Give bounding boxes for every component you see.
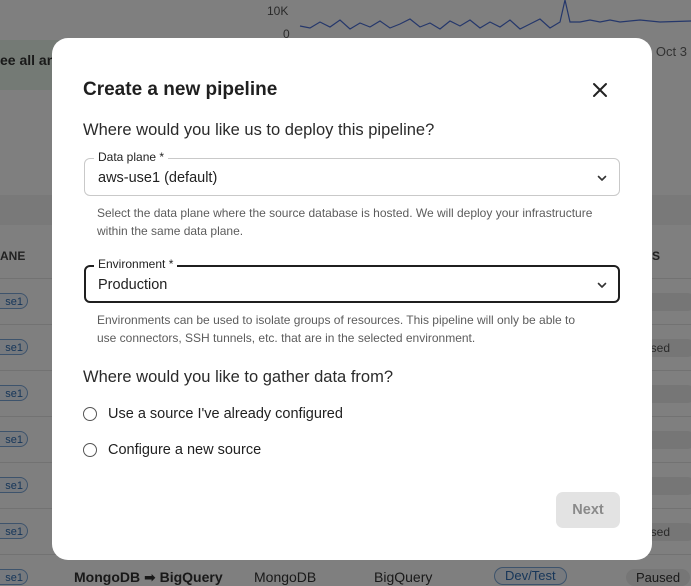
data-plane-select[interactable]: Data plane * aws-use1 (default) [84, 150, 620, 196]
radio-label: Configure a new source [108, 442, 262, 458]
create-pipeline-modal: Create a new pipeline Where would you li… [52, 38, 652, 560]
data-plane-label: Data plane * [94, 150, 169, 164]
environment-select[interactable]: Environment * Production [84, 257, 620, 303]
radio-existing-source[interactable]: Use a source I've already configured [83, 406, 343, 422]
radio-button[interactable] [83, 443, 97, 457]
close-icon [593, 83, 607, 97]
data-plane-value: aws-use1 (default) [98, 170, 218, 186]
environment-label: Environment * [94, 257, 178, 271]
deploy-heading: Where would you like us to deploy this p… [83, 121, 435, 139]
next-button[interactable]: Next [556, 492, 620, 528]
radio-button[interactable] [83, 407, 97, 421]
modal-title: Create a new pipeline [83, 79, 278, 100]
environment-value: Production [98, 277, 168, 293]
close-button[interactable] [589, 79, 611, 101]
radio-new-source[interactable]: Configure a new source [83, 442, 261, 458]
radio-label: Use a source I've already configured [108, 406, 343, 422]
data-plane-helper-text: Select the data plane where the source d… [97, 206, 593, 238]
chevron-down-icon [597, 175, 607, 181]
environment-helper-text: Environments can be used to isolate grou… [97, 313, 576, 345]
chevron-down-icon [597, 282, 607, 288]
source-heading: Where would you like to gather data from… [83, 368, 393, 386]
